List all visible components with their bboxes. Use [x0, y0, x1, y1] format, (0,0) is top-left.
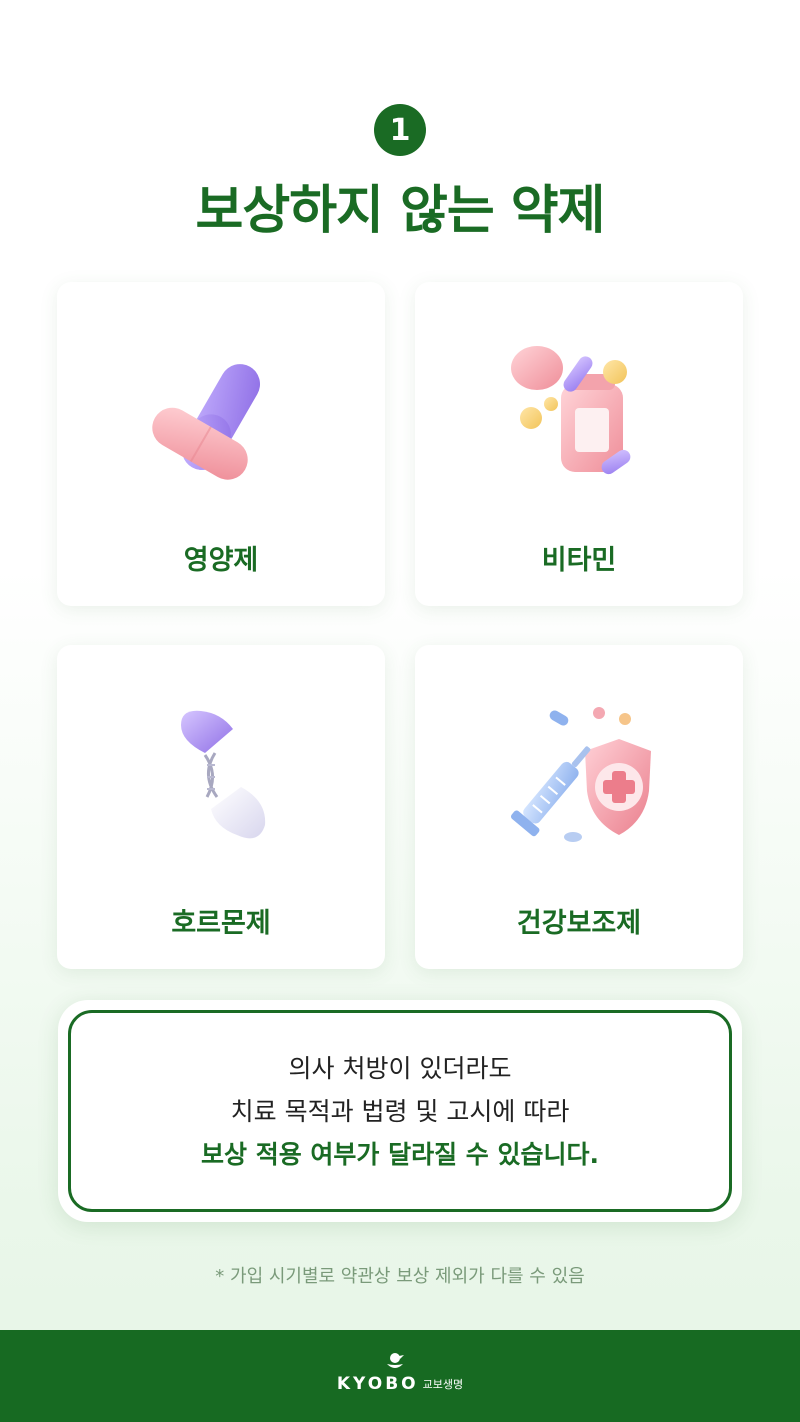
dna-capsule-icon	[181, 710, 266, 839]
card-label: 비타민	[541, 545, 617, 576]
card-vitamin: 비타민	[415, 282, 743, 606]
bird-icon	[386, 1353, 404, 1368]
notice-border: 의사 처방이 있더라도 치료 목적과 법령 및 고시에 따라 보상 적용 여부가…	[68, 1010, 732, 1212]
card-label: 영양제	[183, 545, 259, 576]
logo-text: KYOBO	[336, 1374, 419, 1394]
card-label: 건강보조제	[516, 908, 642, 939]
pill-bottle-icon	[511, 346, 631, 475]
capsule-icon	[152, 364, 260, 480]
notice-line-3: 보상 적용 여부가 달라질 수 있습니다.	[200, 1139, 600, 1169]
card-health-supplement: 건강보조제	[415, 645, 743, 969]
card-hormone: 호르몬제	[57, 645, 385, 969]
footer-bar: KYOBO 교보생명	[0, 1330, 800, 1422]
footnote: * 가입 시기별로 약관상 보상 제외가 다를 수 있음	[215, 1266, 585, 1287]
syringe-shield-icon	[510, 707, 651, 842]
notice-line-2: 치료 목적과 법령 및 고시에 따라	[230, 1096, 570, 1126]
card-label: 호르몬제	[171, 908, 271, 939]
card-nutritional-supplement: 영양제	[57, 282, 385, 606]
kyobo-logo: KYOBO 교보생명	[336, 1353, 464, 1394]
notice-line-1: 의사 처방이 있더라도	[288, 1053, 512, 1083]
logo-text-kr: 교보생명	[422, 1378, 464, 1391]
step-number-badge: 1	[374, 104, 426, 156]
page-title: 보상하지 않는 약제	[195, 181, 606, 241]
notice-box: 의사 처방이 있더라도 치료 목적과 법령 및 고시에 따라 보상 적용 여부가…	[58, 1000, 742, 1222]
